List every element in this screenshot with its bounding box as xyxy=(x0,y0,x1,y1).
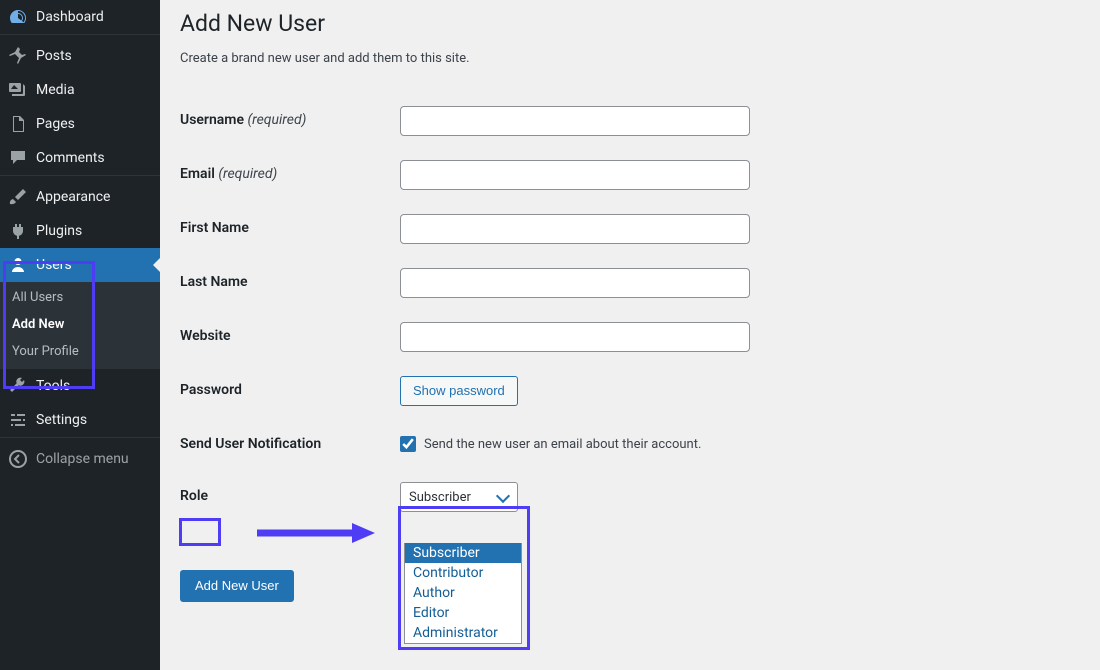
notification-text: Send the new user an email about their a… xyxy=(424,437,701,452)
role-option-editor[interactable]: Editor xyxy=(405,603,521,623)
role-option-administrator[interactable]: Administrator xyxy=(405,623,521,643)
brush-icon xyxy=(8,187,28,207)
sidebar-item-label: Dashboard xyxy=(36,9,152,25)
role-dropdown[interactable]: Subscriber Contributor Author Editor Adm… xyxy=(404,543,522,644)
notification-checkbox[interactable] xyxy=(400,436,416,452)
plug-icon xyxy=(8,221,28,241)
sidebar-item-users[interactable]: Users xyxy=(0,248,160,282)
comments-icon xyxy=(8,148,28,168)
email-input[interactable] xyxy=(400,160,750,190)
sidebar-item-label: Appearance xyxy=(36,189,152,205)
media-icon xyxy=(8,80,28,100)
collapse-label: Collapse menu xyxy=(36,451,152,467)
page-title: Add New User xyxy=(180,10,1080,37)
first-name-input[interactable] xyxy=(400,214,750,244)
role-option-contributor[interactable]: Contributor xyxy=(405,563,521,583)
submenu-add-new[interactable]: Add New xyxy=(0,311,160,338)
collapse-icon xyxy=(8,449,28,469)
label-website: Website xyxy=(180,310,400,364)
role-selected-value: Subscriber xyxy=(409,490,471,505)
main-content: Add New User Create a brand new user and… xyxy=(160,0,1100,670)
gauge-icon xyxy=(8,7,28,27)
wrench-icon xyxy=(8,376,28,396)
sidebar-item-label: Posts xyxy=(36,48,152,64)
role-option-author[interactable]: Author xyxy=(405,583,521,603)
label-username: Username (required) xyxy=(180,94,400,148)
show-password-button[interactable]: Show password xyxy=(400,376,518,406)
admin-sidebar: Dashboard Posts Media Pages Commen xyxy=(0,0,160,670)
role-option-subscriber[interactable]: Subscriber xyxy=(405,543,521,563)
sidebar-submenu-users: All Users Add New Your Profile xyxy=(0,282,160,369)
sidebar-item-comments[interactable]: Comments xyxy=(0,141,160,175)
sidebar-item-plugins[interactable]: Plugins xyxy=(0,214,160,248)
website-input[interactable] xyxy=(400,322,750,352)
last-name-input[interactable] xyxy=(400,268,750,298)
label-role: Role xyxy=(180,470,400,524)
pin-icon xyxy=(8,46,28,66)
sidebar-item-label: Comments xyxy=(36,150,152,166)
sidebar-item-pages[interactable]: Pages xyxy=(0,107,160,141)
add-user-form: Username (required) Email (required) Fir… xyxy=(180,94,750,524)
sidebar-collapse[interactable]: Collapse menu xyxy=(0,442,160,476)
sidebar-item-label: Media xyxy=(36,82,152,98)
sidebar-item-label: Users xyxy=(36,257,152,273)
sidebar-item-tools[interactable]: Tools xyxy=(0,369,160,403)
label-password: Password xyxy=(180,364,400,418)
label-email: Email (required) xyxy=(180,148,400,202)
username-input[interactable] xyxy=(400,106,750,136)
label-first-name: First Name xyxy=(180,202,400,256)
sidebar-item-settings[interactable]: Settings xyxy=(0,403,160,437)
sidebar-item-posts[interactable]: Posts xyxy=(0,39,160,73)
user-icon xyxy=(8,255,28,275)
pages-icon xyxy=(8,114,28,134)
sidebar-item-label: Settings xyxy=(36,412,152,428)
submenu-your-profile[interactable]: Your Profile xyxy=(0,338,160,369)
role-select[interactable]: Subscriber xyxy=(400,482,518,512)
sidebar-item-label: Tools xyxy=(36,378,152,394)
label-notification: Send User Notification xyxy=(180,418,400,470)
sliders-icon xyxy=(8,410,28,430)
label-last-name: Last Name xyxy=(180,256,400,310)
add-new-user-button[interactable]: Add New User xyxy=(180,570,294,602)
submenu-all-users[interactable]: All Users xyxy=(0,282,160,311)
sidebar-item-label: Plugins xyxy=(36,223,152,239)
sidebar-item-media[interactable]: Media xyxy=(0,73,160,107)
page-description: Create a brand new user and add them to … xyxy=(180,51,1080,66)
sidebar-item-appearance[interactable]: Appearance xyxy=(0,180,160,214)
sidebar-item-label: Pages xyxy=(36,116,152,132)
sidebar-item-dashboard[interactable]: Dashboard xyxy=(0,0,160,34)
